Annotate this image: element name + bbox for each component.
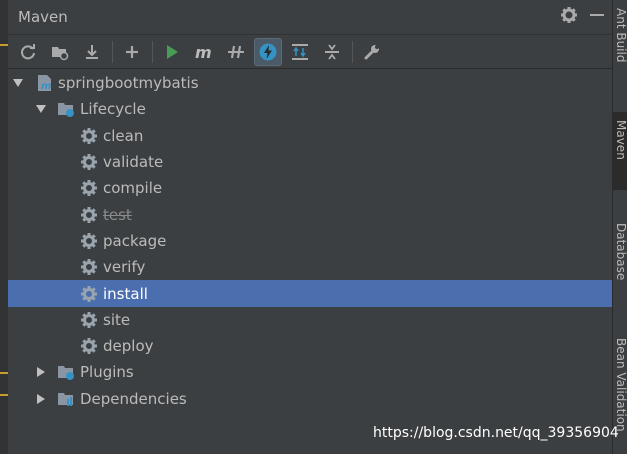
tab-database[interactable]: Database <box>613 215 627 305</box>
plus-icon <box>126 45 138 58</box>
lifecycle-phase-validate[interactable]: validate <box>8 149 612 175</box>
collapsed-arrow-icon[interactable] <box>35 393 47 405</box>
phase-label: site <box>103 310 131 329</box>
lightning-icon <box>259 43 277 60</box>
lifecycle-phase-deploy[interactable]: deploy <box>8 333 612 359</box>
expand-all-icon <box>292 43 308 60</box>
toolbar-separator <box>152 40 153 63</box>
panel-title: Maven <box>18 8 68 26</box>
gear-icon <box>80 153 98 171</box>
tab-label: Maven <box>614 120 627 160</box>
maven-settings-button[interactable] <box>358 38 386 66</box>
tree-row-project[interactable]: m springbootmybatis <box>8 70 612 96</box>
generate-sources-button[interactable] <box>46 38 74 66</box>
phase-label: verify <box>103 258 146 277</box>
strip-marker <box>0 394 8 396</box>
gear-icon <box>80 258 98 276</box>
tree-row-plugins[interactable]: Plugins <box>8 359 612 385</box>
add-project-button[interactable] <box>118 38 146 66</box>
toolbar-separator <box>352 40 353 63</box>
reimport-button[interactable] <box>14 38 42 66</box>
strip-marker <box>0 44 8 46</box>
execute-goal-button[interactable]: m <box>190 38 218 66</box>
expand-arrow-icon[interactable] <box>35 103 47 115</box>
lifecycle-phase-clean[interactable]: clean <box>8 123 612 149</box>
maven-m-icon: m <box>195 43 212 61</box>
phase-label: compile <box>103 179 163 198</box>
phase-label: install <box>103 284 148 303</box>
collapse-all-icon <box>325 43 339 60</box>
gear-icon <box>80 337 98 355</box>
gear-icon <box>80 285 98 303</box>
collapse-all-button[interactable] <box>318 38 346 66</box>
toggle-offline-button[interactable] <box>222 38 250 66</box>
offline-icon <box>228 45 244 58</box>
phase-label: clean <box>103 126 144 145</box>
project-name: springbootmybatis <box>58 74 199 93</box>
lifecycle-label: Lifecycle <box>80 100 146 119</box>
phase-label: validate <box>103 153 164 172</box>
refresh-icon <box>21 43 35 59</box>
lifecycle-phase-verify[interactable]: verify <box>8 254 612 280</box>
gear-icon <box>80 232 98 250</box>
strip-marker <box>0 372 8 374</box>
tree-row-lifecycle[interactable]: Lifecycle <box>8 96 612 122</box>
dependencies-label: Dependencies <box>80 389 187 408</box>
phase-label: package <box>103 231 167 250</box>
lifecycle-phase-compile[interactable]: compile <box>8 175 612 201</box>
download-sources-button[interactable] <box>78 38 106 66</box>
plugins-folder-icon <box>58 366 74 381</box>
left-tool-strip <box>0 0 8 454</box>
maven-project-icon: m <box>38 75 51 92</box>
lifecycle-phase-test[interactable]: test <box>8 201 612 227</box>
expand-arrow-icon[interactable] <box>12 77 24 89</box>
gear-icon <box>80 311 98 329</box>
maven-panel: Maven m m springbootmybatis Lifecycle cl… <box>8 0 612 454</box>
download-icon <box>86 44 98 59</box>
dependencies-folder-icon <box>58 392 73 406</box>
tab-label: Bean Validation <box>614 338 627 432</box>
gear-icon <box>80 206 98 224</box>
toolbar-separator <box>112 40 113 63</box>
wrench-icon <box>364 44 379 59</box>
panel-title-bar: Maven <box>8 0 612 35</box>
tree-row-dependencies[interactable]: Dependencies <box>8 386 612 412</box>
gear-icon <box>80 127 98 145</box>
tab-label: Database <box>614 223 627 281</box>
watermark: https://blog.csdn.net/qq_39356904 <box>373 425 619 441</box>
right-tool-strip: Ant Build Maven Database Bean Validation <box>612 0 627 454</box>
folder-refresh-icon <box>52 46 69 60</box>
lifecycle-folder-icon <box>58 103 74 118</box>
svg-text:m: m <box>41 81 51 92</box>
maven-toolbar: m <box>8 35 612 69</box>
show-dependencies-button[interactable] <box>286 38 314 66</box>
maven-projects-tree: m springbootmybatis Lifecycle clean valid… <box>8 70 612 412</box>
tab-maven[interactable]: Maven <box>613 112 627 190</box>
phase-label: deploy <box>103 337 154 356</box>
run-icon <box>167 44 178 59</box>
gear-icon <box>80 179 98 197</box>
gear-icon[interactable] <box>560 6 578 28</box>
plugins-label: Plugins <box>80 363 134 382</box>
tab-ant-build[interactable]: Ant Build <box>613 0 627 105</box>
tab-label: Ant Build <box>614 8 627 63</box>
run-build-button[interactable] <box>158 38 186 66</box>
collapsed-arrow-icon[interactable] <box>35 366 47 378</box>
lifecycle-phase-site[interactable]: site <box>8 307 612 333</box>
lifecycle-phase-install[interactable]: install <box>8 280 612 307</box>
svg-text:m: m <box>195 43 212 61</box>
phase-label: test <box>103 205 132 224</box>
skip-tests-toggle[interactable] <box>254 37 282 66</box>
lifecycle-phase-package[interactable]: package <box>8 228 612 254</box>
minimize-icon[interactable] <box>588 6 606 28</box>
